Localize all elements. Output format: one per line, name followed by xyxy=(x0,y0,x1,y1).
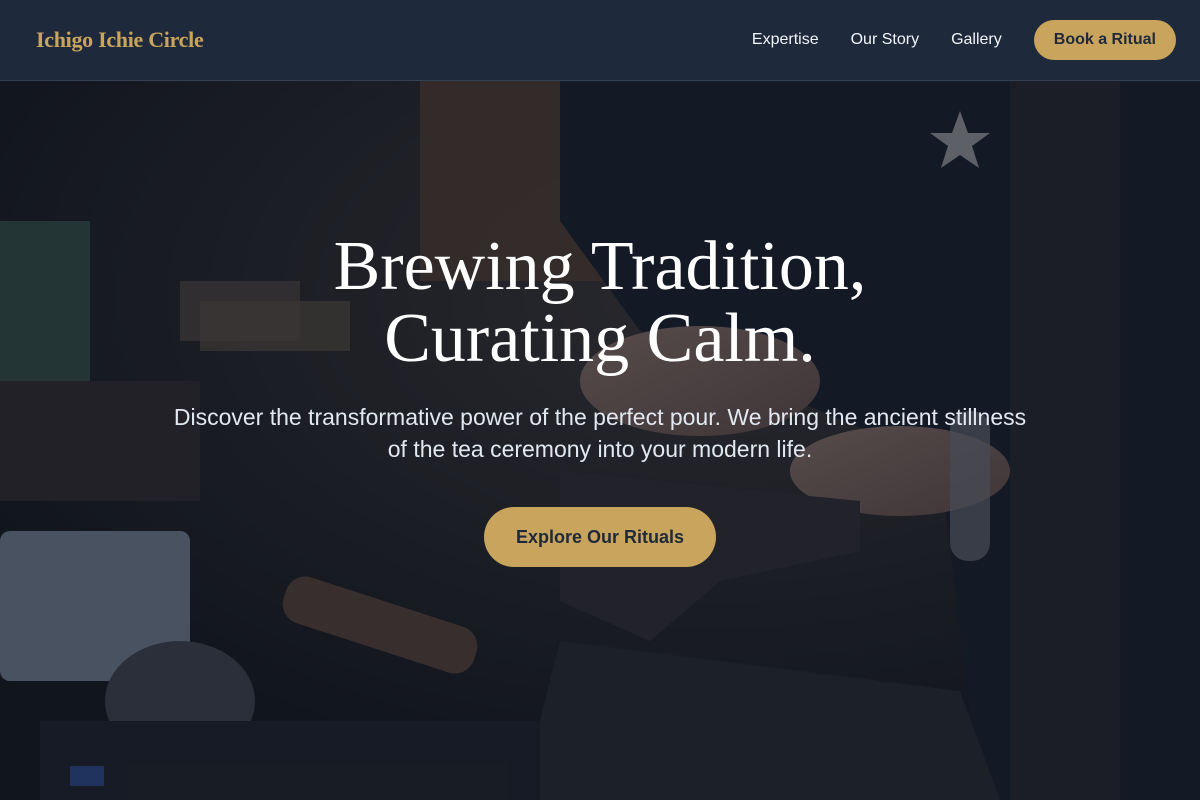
explore-rituals-button[interactable]: Explore Our Rituals xyxy=(483,507,717,567)
hero-title-line-2: Curating Calm. xyxy=(384,300,816,377)
main-nav: Expertise Our Story Gallery Book a Ritua… xyxy=(752,20,1176,60)
hero-title: Brewing Tradition, Curating Calm. xyxy=(0,231,1200,375)
brand-logo[interactable]: Ichigo Ichie Circle xyxy=(36,27,204,53)
hero-content: Brewing Tradition, Curating Calm. Discov… xyxy=(0,231,1200,567)
nav-link-our-story[interactable]: Our Story xyxy=(851,31,919,49)
book-ritual-button[interactable]: Book a Ritual xyxy=(1033,20,1176,60)
nav-link-gallery[interactable]: Gallery xyxy=(951,31,1002,49)
nav-link-expertise[interactable]: Expertise xyxy=(752,31,819,49)
hero-title-line-1: Brewing Tradition, xyxy=(333,228,867,305)
hero-section: Brewing Tradition, Curating Calm. Discov… xyxy=(0,81,1200,800)
top-navbar: Ichigo Ichie Circle Expertise Our Story … xyxy=(0,0,1200,81)
hero-subtitle: Discover the transformative power of the… xyxy=(173,404,1027,462)
